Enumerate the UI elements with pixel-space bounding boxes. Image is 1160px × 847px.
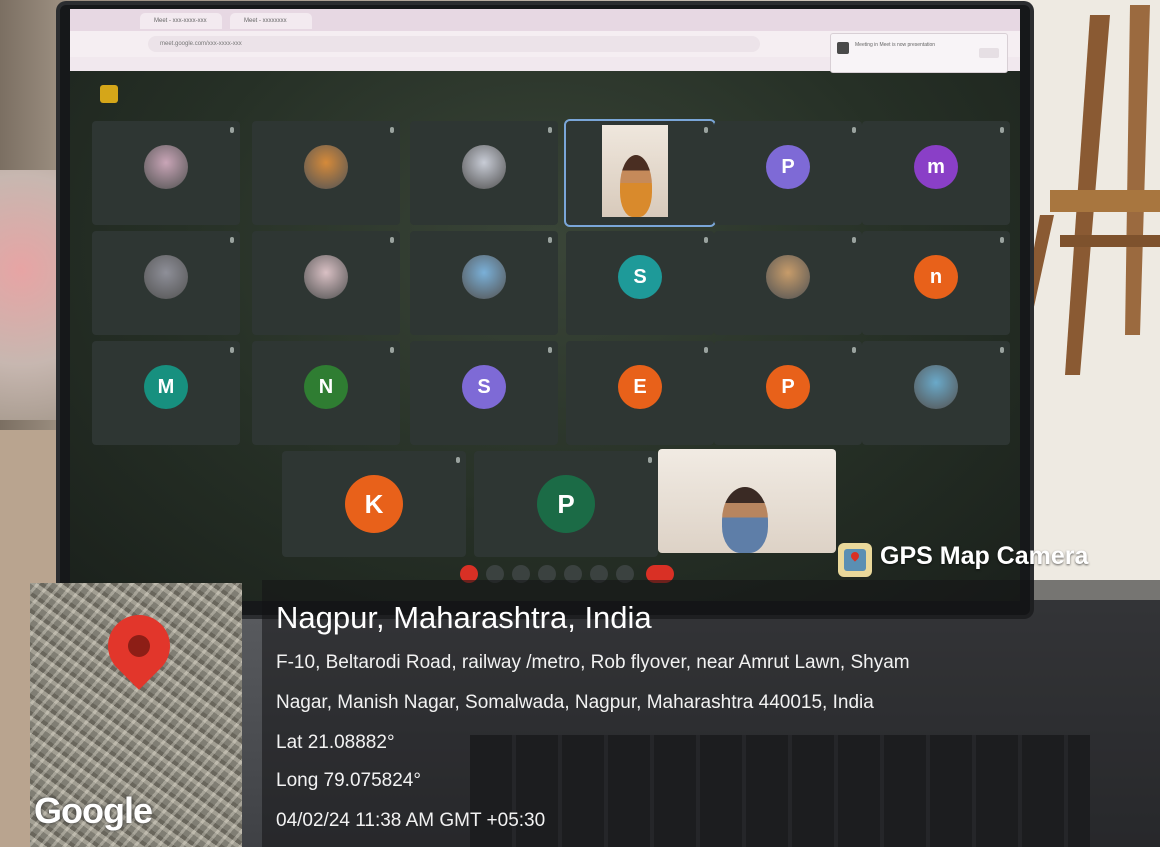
meet-logo-icon xyxy=(100,85,118,103)
participant-tile[interactable] xyxy=(714,231,862,335)
mic-muted-icon xyxy=(1000,347,1004,353)
gps-brand-title: GPS Map Camera xyxy=(880,542,1089,570)
url-field[interactable]: meet.google.com/xxx-xxxx-xxx xyxy=(148,36,760,52)
mic-muted-icon xyxy=(456,457,460,463)
mic-muted-icon xyxy=(648,457,652,463)
participant-tile[interactable]: E xyxy=(566,341,714,445)
mic-muted-icon xyxy=(230,347,234,353)
participant-tile[interactable] xyxy=(92,231,240,335)
participant-tile[interactable]: K xyxy=(282,451,466,557)
mic-muted-icon xyxy=(1000,127,1004,133)
address-line-1: F-10, Beltarodi Road, railway /metro, Ro… xyxy=(276,652,910,673)
participant-tile[interactable]: P xyxy=(714,121,862,225)
participant-tile[interactable]: P xyxy=(474,451,658,557)
wooden-chair xyxy=(1020,5,1160,375)
participant-tile[interactable]: N xyxy=(252,341,400,445)
mic-muted-icon xyxy=(852,127,856,133)
latitude: Lat 21.08882° xyxy=(276,732,395,753)
date-time: 04/02/24 11:38 AM GMT +05:30 xyxy=(276,810,546,831)
address-line-2: Nagar, Manish Nagar, Somalwada, Nagpur, … xyxy=(276,692,874,713)
participant-tile[interactable]: m xyxy=(862,121,1010,225)
participant-tile[interactable] xyxy=(252,231,400,335)
location-city: Nagpur, Maharashtra, India xyxy=(276,600,652,635)
participant-tile[interactable] xyxy=(862,341,1010,445)
avatar-photo xyxy=(914,365,958,409)
mic-muted-icon xyxy=(852,347,856,353)
self-view-tile[interactable] xyxy=(658,449,836,553)
avatar-initial: S xyxy=(462,365,506,409)
video-feed xyxy=(602,125,668,217)
participant-tile[interactable]: S xyxy=(566,231,714,335)
participant-tile[interactable]: n xyxy=(862,231,1010,335)
participant-tile[interactable] xyxy=(92,121,240,225)
laptop-screen: Meet - xxx-xxxx-xxx Meet - xxxxxxxx meet… xyxy=(70,9,1020,601)
mic-muted-icon xyxy=(704,347,708,353)
participant-tile[interactable] xyxy=(252,121,400,225)
avatar-initial: n xyxy=(914,255,958,299)
avatar-initial: P xyxy=(537,475,595,533)
mic-muted-icon xyxy=(390,237,394,243)
avatar-initial: E xyxy=(618,365,662,409)
avatar-initial: N xyxy=(304,365,348,409)
participant-tile[interactable]: P xyxy=(714,341,862,445)
avatar-initial: m xyxy=(914,145,958,189)
mic-muted-icon xyxy=(230,127,234,133)
mic-muted-icon xyxy=(230,237,234,243)
mic-muted-icon xyxy=(704,127,708,133)
participant-figure xyxy=(620,155,652,217)
longitude: Long 79.075824° xyxy=(276,770,421,791)
browser-tab-strip: Meet - xxx-xxxx-xxx Meet - xxxxxxxx xyxy=(70,9,1020,31)
participant-tile[interactable] xyxy=(564,119,716,227)
avatar-photo xyxy=(304,145,348,189)
participant-figure xyxy=(722,487,768,553)
mic-muted-icon xyxy=(1000,237,1004,243)
mic-muted-icon xyxy=(852,237,856,243)
google-logo: Google xyxy=(34,790,153,831)
notification-popup: Meeting in Meet is now presentation xyxy=(830,33,1008,73)
mic-muted-icon xyxy=(390,127,394,133)
avatar-initial: P xyxy=(766,365,810,409)
mic-muted-icon xyxy=(390,347,394,353)
avatar-photo xyxy=(304,255,348,299)
avatar-initial: M xyxy=(144,365,188,409)
avatar-photo xyxy=(766,255,810,299)
notification-button[interactable] xyxy=(979,48,999,58)
avatar-photo xyxy=(462,145,506,189)
participant-tile[interactable]: S xyxy=(410,341,558,445)
avatar-initial: P xyxy=(766,145,810,189)
gps-map-camera-icon xyxy=(838,543,872,577)
avatar-initial: S xyxy=(618,255,662,299)
mic-muted-icon xyxy=(548,237,552,243)
avatar-photo xyxy=(144,255,188,299)
laptop: Meet - xxx-xxxx-xxx Meet - xxxxxxxx meet… xyxy=(60,5,1030,615)
participant-tile[interactable] xyxy=(410,121,558,225)
mic-muted-icon xyxy=(704,237,708,243)
mic-muted-icon xyxy=(548,347,552,353)
avatar-initial: K xyxy=(345,475,403,533)
mic-muted-icon xyxy=(548,127,552,133)
avatar-photo xyxy=(462,255,506,299)
notification-text: Meeting in Meet is now presentation xyxy=(855,42,936,48)
notification-icon xyxy=(837,42,849,54)
browser-tab[interactable]: Meet - xxxxxxxx xyxy=(230,13,312,29)
avatar-photo xyxy=(144,145,188,189)
participant-tile[interactable] xyxy=(410,231,558,335)
browser-tab[interactable]: Meet - xxx-xxxx-xxx xyxy=(140,13,222,29)
participant-tile[interactable]: M xyxy=(92,341,240,445)
